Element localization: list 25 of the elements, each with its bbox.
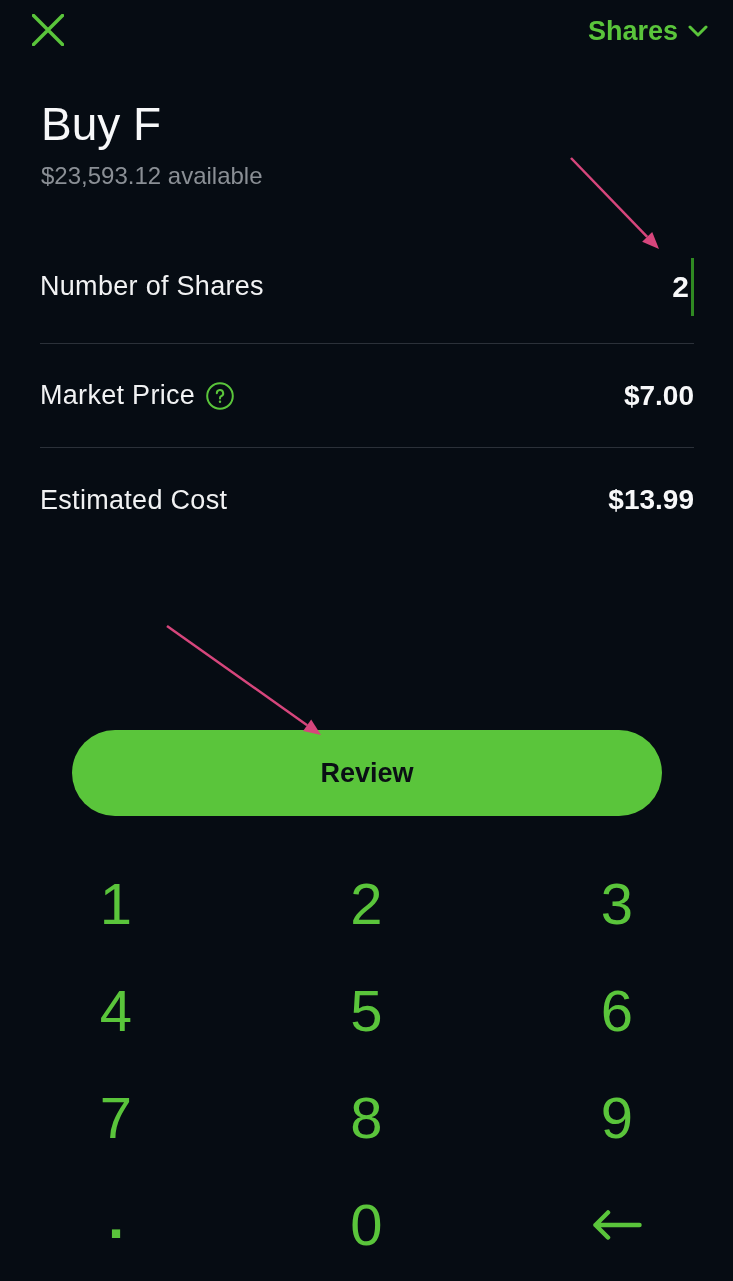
row-value: $13.99 — [608, 484, 694, 516]
number-input[interactable]: 2 — [672, 257, 694, 316]
keypad-key[interactable]: 3 — [579, 865, 655, 942]
left-arrow-icon — [592, 1209, 642, 1240]
keypad-key[interactable]: 0 — [328, 1186, 405, 1263]
keypad-key[interactable]: 9 — [579, 1079, 655, 1156]
field-label: Estimated Cost — [40, 484, 228, 516]
field-label: Number of Shares — [40, 271, 264, 302]
keypad-key[interactable]: . — [78, 1186, 154, 1263]
help-icon[interactable] — [206, 381, 235, 410]
field-label: Market Price — [40, 380, 196, 411]
buying-power-text: $23,593.12 available — [41, 162, 264, 190]
keypad-key[interactable]: 7 — [78, 1079, 154, 1156]
keypad-key[interactable]: 4 — [78, 972, 154, 1049]
close-button[interactable] — [32, 14, 64, 46]
close-icon — [32, 14, 64, 46]
keypad-key[interactable]: 5 — [328, 972, 405, 1049]
keypad-key[interactable]: 8 — [328, 1079, 405, 1156]
keypad-key[interactable]: 6 — [579, 972, 655, 1049]
review-button[interactable]: Review — [72, 730, 662, 816]
page-title: Buy F — [41, 98, 163, 151]
keypad-key[interactable]: 2 — [328, 865, 405, 942]
keypad-key[interactable]: 1 — [78, 865, 154, 942]
order-type-dropdown[interactable]: Shares — [587, 15, 708, 47]
row-value: $7.00 — [623, 379, 694, 412]
